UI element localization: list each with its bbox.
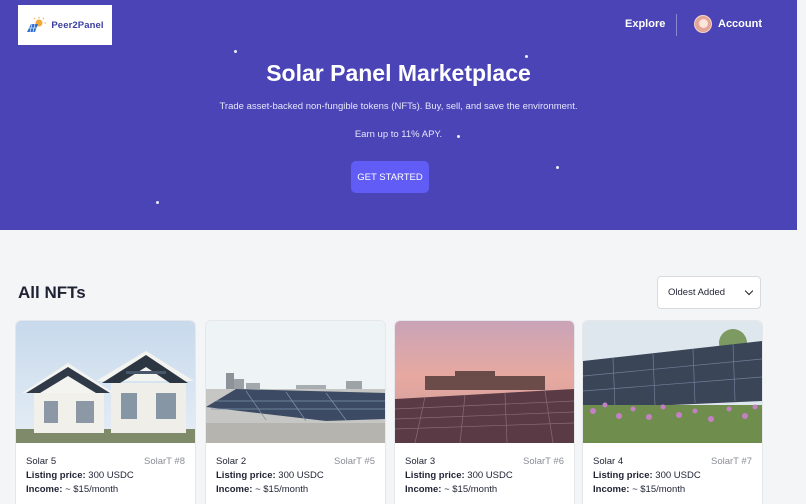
card-price: Listing price: 300 USDC xyxy=(216,470,324,481)
sort-select[interactable]: Oldest Added xyxy=(657,276,761,309)
card-token-id: SolarT #5 xyxy=(333,456,375,467)
card-name: Solar 3 xyxy=(405,456,436,467)
logo-text: Peer2Panel xyxy=(51,19,104,31)
nav-explore-link[interactable]: Explore xyxy=(625,18,665,30)
card-price: Listing price: 300 USDC xyxy=(593,470,701,481)
star-decoration xyxy=(156,201,159,204)
nft-card[interactable]: Solar 3 SolarT #6 Listing price: 300 USD… xyxy=(395,321,574,504)
hero-apy-text: Earn up to 11% APY. xyxy=(354,129,443,140)
card-income: Income: ~ $15/month xyxy=(216,484,309,495)
account-label: Account xyxy=(718,18,762,30)
card-income: Income: ~ $15/month xyxy=(405,484,498,495)
houses-with-solar-roofs-image xyxy=(16,321,195,443)
card-income: Income: ~ $15/month xyxy=(593,484,686,495)
nft-card[interactable]: Solar 4 SolarT #7 Listing price: 300 USD… xyxy=(583,321,762,504)
card-price: Listing price: 300 USDC xyxy=(26,470,134,481)
section-title: All NFTs xyxy=(18,283,86,302)
star-decoration xyxy=(234,50,237,53)
rooftop-solar-array-city-image xyxy=(206,321,385,443)
avatar xyxy=(694,15,712,33)
nav-divider xyxy=(676,14,677,36)
chevron-down-icon xyxy=(744,286,754,296)
solar-panels-flowers-image xyxy=(583,321,762,443)
card-name: Solar 5 xyxy=(26,456,57,467)
solar-panel-logo-icon xyxy=(26,17,48,33)
get-started-button[interactable]: GET STARTED xyxy=(351,161,429,193)
card-token-id: SolarT #8 xyxy=(143,456,185,467)
card-name: Solar 4 xyxy=(593,456,624,467)
nav-account-link[interactable]: Account xyxy=(694,15,762,33)
card-income: Income: ~ $15/month xyxy=(26,484,119,495)
nft-card[interactable]: Solar 5 SolarT #8 Listing price: 300 USD… xyxy=(16,321,195,504)
card-price: Listing price: 300 USDC xyxy=(405,470,513,481)
card-token-id: SolarT #7 xyxy=(710,456,752,467)
sort-selected-value: Oldest Added xyxy=(668,287,726,298)
star-decoration xyxy=(525,55,528,58)
hero-banner: Peer2Panel Explore Account Solar Panel M… xyxy=(0,0,797,230)
star-decoration xyxy=(556,166,559,169)
logo[interactable]: Peer2Panel xyxy=(18,5,112,45)
hero-title: Solar Panel Marketplace xyxy=(266,60,531,86)
nft-card[interactable]: Solar 2 SolarT #5 Listing price: 300 USD… xyxy=(206,321,385,504)
card-name: Solar 2 xyxy=(216,456,247,467)
card-token-id: SolarT #6 xyxy=(522,456,564,467)
hero-subtitle: Trade asset-backed non-fungible tokens (… xyxy=(219,101,578,112)
solar-field-sunset-image xyxy=(395,321,574,443)
